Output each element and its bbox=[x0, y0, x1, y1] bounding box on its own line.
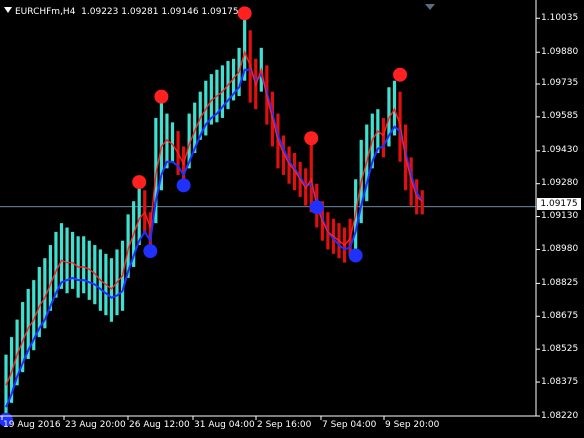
y-tick-label: 1.09735 bbox=[541, 78, 579, 89]
y-tick-label: 1.09280 bbox=[541, 178, 579, 189]
y-tick-label: 1.08825 bbox=[541, 277, 579, 288]
y-tick-label: 1.08675 bbox=[541, 310, 579, 321]
x-tick-label: 7 Sep 04:00 bbox=[322, 420, 377, 430]
price-bar bbox=[170, 122, 175, 162]
y-tick-label: 1.09130 bbox=[541, 211, 579, 222]
x-tick-label: 23 Aug 20:00 bbox=[65, 420, 126, 430]
signal-high-dot bbox=[132, 175, 147, 190]
x-tick-label: 31 Aug 04:00 bbox=[194, 420, 255, 430]
signal-low-dot bbox=[309, 200, 324, 215]
signal-low-dot bbox=[348, 248, 363, 263]
price-bar bbox=[59, 223, 64, 289]
y-tick-label: 1.09430 bbox=[541, 145, 579, 156]
price-bar bbox=[420, 190, 424, 215]
price-bar bbox=[381, 117, 385, 158]
price-bar bbox=[71, 231, 75, 289]
x-tick-label: 26 Aug 12:00 bbox=[129, 420, 190, 430]
y-tick-label: 1.09880 bbox=[541, 46, 579, 57]
current-price-label: 1.09175 bbox=[537, 198, 581, 210]
signal-low-dot bbox=[143, 244, 158, 259]
y-tick-label: 1.10035 bbox=[541, 12, 579, 23]
y-tick-label: 1.08525 bbox=[541, 343, 579, 354]
signal-high-dot bbox=[393, 67, 408, 82]
price-bar bbox=[82, 236, 86, 294]
signal-high-dot bbox=[237, 6, 252, 21]
y-tick-label: 1.08980 bbox=[541, 243, 579, 254]
x-tick-label: 19 Aug 2016 bbox=[3, 420, 61, 430]
price-bar bbox=[65, 227, 69, 294]
signal-high-dot bbox=[154, 89, 169, 104]
price-bar bbox=[48, 245, 52, 311]
price-chart[interactable] bbox=[0, 0, 584, 438]
y-tick-label: 1.08375 bbox=[541, 376, 579, 387]
signal-high-dot bbox=[304, 131, 319, 146]
x-tick-label: 9 Sep 20:00 bbox=[385, 420, 440, 430]
y-tick-label: 1.09585 bbox=[541, 111, 579, 122]
price-bar bbox=[54, 231, 58, 298]
x-tick-label: 2 Sep 16:00 bbox=[257, 420, 312, 430]
price-bar bbox=[109, 258, 114, 322]
y-tick-label: 1.08220 bbox=[541, 410, 579, 421]
signal-low-dot bbox=[176, 178, 191, 193]
